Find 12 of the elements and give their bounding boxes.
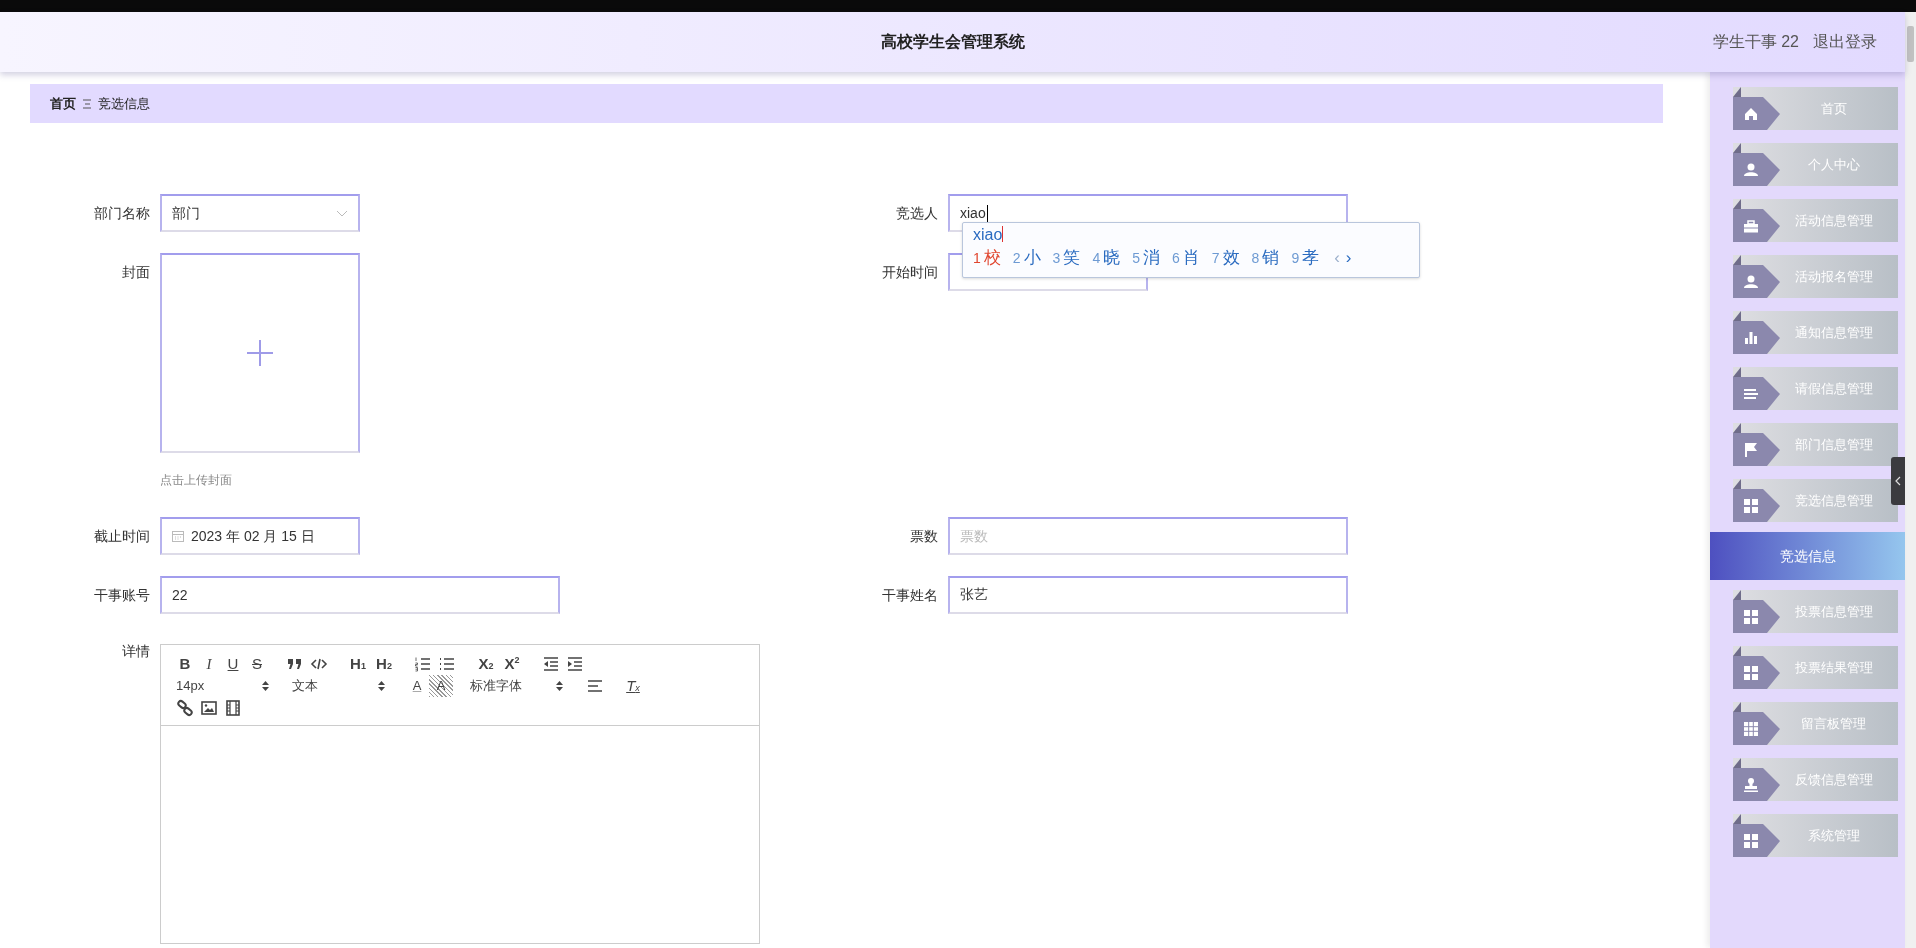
field-label: 部门名称 bbox=[93, 204, 151, 223]
field-label: 开始时间 bbox=[881, 263, 939, 282]
field-label: 干事账号 bbox=[93, 586, 151, 605]
field-label: 截止时间 bbox=[93, 527, 151, 546]
field-label: 竞选人 bbox=[895, 204, 939, 223]
field-label: 详情 bbox=[121, 642, 151, 661]
user-label: 学生干事 22 bbox=[1712, 32, 1799, 52]
upload-hint: 点击上传封面 bbox=[160, 472, 233, 489]
field-label: 干事姓名 bbox=[881, 586, 939, 605]
app-title: 高校学生会管理系统 bbox=[880, 32, 1025, 52]
field-label: 票数 bbox=[909, 527, 939, 546]
field-label: 封面 bbox=[121, 263, 151, 282]
